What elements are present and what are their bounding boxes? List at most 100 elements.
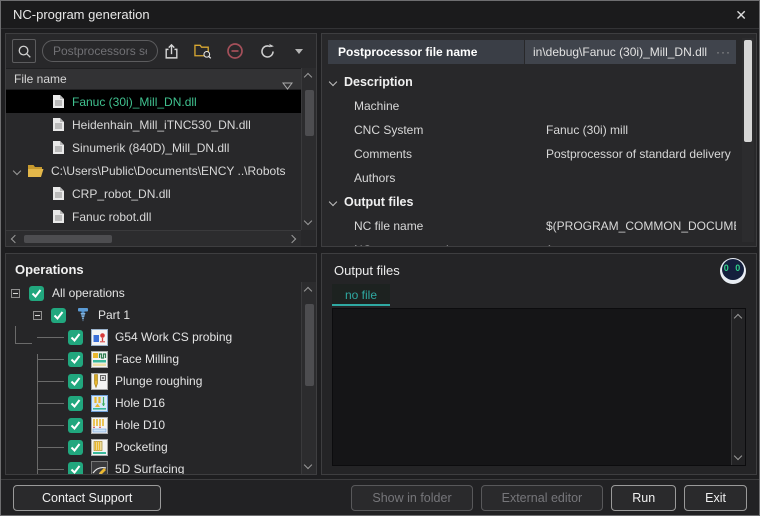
file-name-label: Fanuc (30i)_Mill_DN.dll: [72, 95, 197, 109]
tree-item-label: Hole D10: [115, 418, 165, 432]
scrollbar-thumb[interactable]: [744, 40, 752, 142]
property-label: NC program number: [328, 243, 538, 246]
tree-item-all-operations[interactable]: All operations: [6, 282, 301, 304]
output-files-panel: Output files 0 0 no file: [321, 253, 757, 475]
remove-icon[interactable]: [226, 42, 244, 60]
checkbox-checked[interactable]: [68, 440, 83, 455]
file-name-column-header[interactable]: File name: [6, 68, 301, 90]
scroll-right-icon[interactable]: [288, 235, 296, 243]
file-row[interactable]: CRP_robot_DN.dll: [6, 182, 301, 205]
scroll-down-icon[interactable]: [304, 461, 312, 469]
file-row[interactable]: Fanuc (30i)_Mill_DN.dll: [6, 90, 301, 113]
tree-item-label: Face Milling: [115, 352, 179, 366]
title-bar: NC-program generation ✕: [1, 1, 759, 29]
tree-item-label: G54 Work CS probing: [115, 330, 232, 344]
chevron-down-icon[interactable]: [13, 166, 21, 174]
property-row[interactable]: NC file name$(PROGRAM_COMMON_DOCUMENT: [328, 214, 736, 238]
file-icon: [52, 186, 65, 201]
section-header-description[interactable]: Description: [328, 70, 736, 94]
scroll-down-icon[interactable]: [733, 452, 741, 460]
file-name-label: Fanuc robot.dll: [72, 210, 151, 224]
eyes-badge-icon: 0 0: [720, 258, 746, 284]
tree-item-5d-surfacing[interactable]: 5D Surfacing: [6, 458, 301, 474]
close-icon[interactable]: ✕: [735, 1, 747, 29]
folder-icon: [27, 164, 44, 178]
expander-icon[interactable]: [11, 289, 20, 298]
postprocessors-panel: File name Fanuc (30i)_Mill_DN.dll Heidenh…: [5, 33, 317, 247]
tree-item-g54-work-cs-probing[interactable]: G54 Work CS probing: [6, 326, 301, 348]
export-icon[interactable]: [162, 42, 180, 60]
file-row[interactable]: Heidenhain_Mill_iTNC530_DN.dll: [6, 113, 301, 136]
tab-no-file[interactable]: no file: [332, 284, 390, 306]
file-row[interactable]: Fanuc robot.dll: [6, 205, 301, 228]
tree-item-label: Plunge roughing: [115, 374, 202, 388]
browse-ellipsis-button[interactable]: ···: [716, 40, 731, 64]
face-milling-icon: [91, 351, 108, 368]
contact-support-button[interactable]: Contact Support: [13, 485, 161, 511]
run-button[interactable]: Run: [611, 485, 676, 511]
file-icon: [52, 117, 65, 132]
tree-item-hole-d10[interactable]: Hole D10: [6, 414, 301, 436]
property-row[interactable]: CommentsPostprocessor of standard delive…: [328, 142, 736, 166]
file-list-vertical-scrollbar[interactable]: [301, 68, 316, 230]
tree-item-plunge-roughing[interactable]: Plunge roughing: [6, 370, 301, 392]
tree-line: [37, 359, 64, 360]
search-input[interactable]: [42, 40, 158, 62]
folder-row[interactable]: C:\Users\Public\Documents\ENCY ..\Robots: [6, 159, 301, 182]
pocketing-icon: [91, 439, 108, 456]
browse-folder-icon[interactable]: [194, 42, 212, 60]
nc-output-textarea[interactable]: [332, 308, 746, 466]
property-row[interactable]: CNC SystemFanuc (30i) mill: [328, 118, 736, 142]
nc-program-generation-dialog: NC-program generation ✕: [0, 0, 760, 516]
operations-scrollbar[interactable]: [301, 282, 316, 474]
scroll-up-icon[interactable]: [304, 287, 312, 295]
checkbox-checked[interactable]: [68, 352, 83, 367]
tree-item-face-milling[interactable]: Face Milling: [6, 348, 301, 370]
property-label: CNC System: [328, 123, 538, 137]
scroll-up-icon[interactable]: [733, 314, 741, 322]
file-row[interactable]: Sinumerik (840D)_Mill_DN.dll: [6, 136, 301, 159]
property-label: NC file name: [328, 219, 538, 233]
tree-line: [37, 381, 64, 382]
scroll-down-icon[interactable]: [304, 217, 312, 225]
tree-item-part-1[interactable]: Part 1: [6, 304, 301, 326]
checkbox-checked[interactable]: [29, 286, 44, 301]
checkbox-checked[interactable]: [68, 330, 83, 345]
chevron-down-icon[interactable]: [329, 78, 337, 86]
property-row[interactable]: Authors: [328, 166, 736, 190]
tree-item-hole-d16[interactable]: Hole D16: [6, 392, 301, 414]
dropdown-arrow-icon[interactable]: [290, 42, 308, 60]
file-list-horizontal-scrollbar[interactable]: [6, 230, 301, 246]
property-row[interactable]: Machine: [328, 94, 736, 118]
scrollbar-thumb[interactable]: [305, 304, 314, 386]
exit-button[interactable]: Exit: [684, 485, 747, 511]
checkbox-checked[interactable]: [68, 418, 83, 433]
scrollbar-thumb[interactable]: [305, 90, 314, 136]
scrollbar-thumb[interactable]: [24, 235, 112, 243]
output-scrollbar[interactable]: [731, 309, 745, 465]
postprocessor-path-field[interactable]: in\debug\Fanuc (30i)_Mill_DN.dll ···: [525, 40, 736, 64]
expander-icon[interactable]: [33, 311, 42, 320]
property-label: Machine: [328, 99, 538, 113]
checkbox-checked[interactable]: [51, 308, 66, 323]
checkbox-checked[interactable]: [68, 374, 83, 389]
refresh-icon[interactable]: [258, 42, 276, 60]
tree-item-label: Hole D16: [115, 396, 165, 410]
scroll-left-icon[interactable]: [11, 235, 19, 243]
hole-d16-icon: [91, 395, 108, 412]
external-editor-button[interactable]: External editor: [481, 485, 604, 511]
checkbox-checked[interactable]: [68, 396, 83, 411]
property-label: Comments: [328, 147, 538, 161]
property-value: $(PROGRAM_COMMON_DOCUMENT: [538, 219, 736, 233]
checkbox-checked[interactable]: [68, 462, 83, 475]
scroll-up-icon[interactable]: [304, 73, 312, 81]
show-in-folder-button[interactable]: Show in folder: [351, 485, 472, 511]
properties-scrollbar[interactable]: [742, 38, 754, 242]
file-icon: [52, 94, 65, 109]
section-header-output-files[interactable]: Output files: [328, 190, 736, 214]
property-value: Postprocessor of standard delivery: [538, 147, 736, 161]
search-icon[interactable]: [12, 39, 36, 63]
chevron-down-icon[interactable]: [329, 198, 337, 206]
property-row[interactable]: NC program number1: [328, 238, 736, 246]
tree-item-pocketing[interactable]: Pocketing: [6, 436, 301, 458]
